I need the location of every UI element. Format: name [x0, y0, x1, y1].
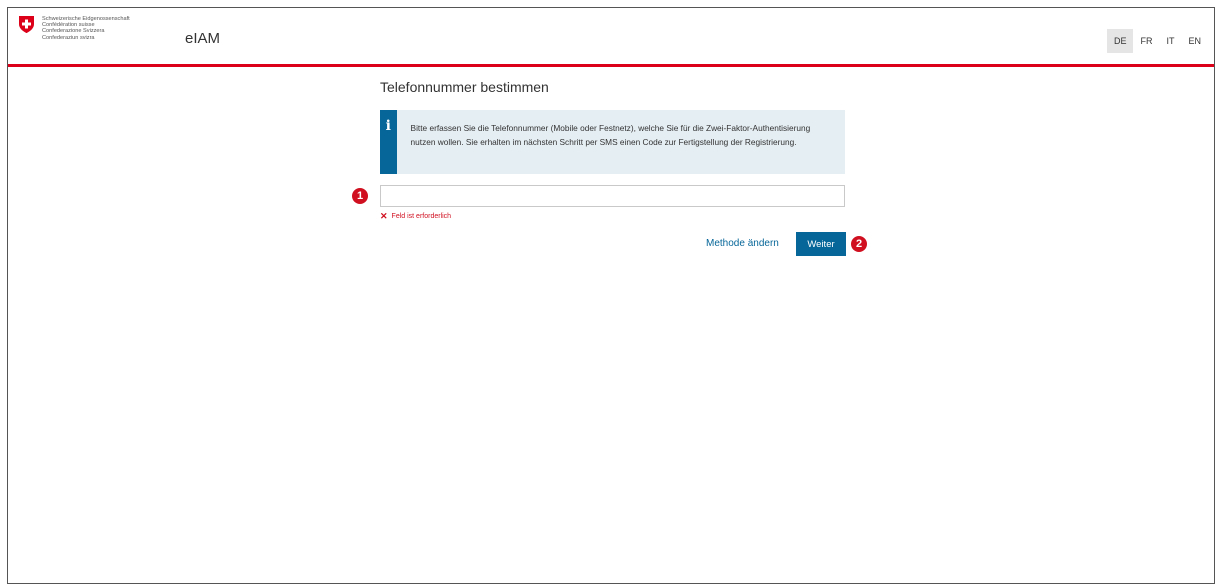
lang-it[interactable]: IT — [1159, 29, 1181, 53]
header-accent-line — [8, 64, 1214, 67]
header: Schweizerische Eidgenossenschaft Confédé… — [8, 8, 1214, 64]
error-text: Feld ist erforderlich — [391, 213, 452, 220]
annotation-marker-1: 1 — [352, 188, 368, 204]
info-icon-bar: i — [380, 110, 397, 174]
confederation-logo: Schweizerische Eidgenossenschaft Confédé… — [19, 16, 130, 41]
info-box: i Bitte erfassen Sie die Telefonnummer (… — [380, 110, 845, 174]
info-text: Bitte erfassen Sie die Telefonnummer (Mo… — [410, 123, 811, 147]
app-name: eIAM — [185, 30, 221, 47]
info-icon: i — [385, 118, 391, 134]
lang-de[interactable]: DE — [1106, 29, 1134, 53]
phone-number-input[interactable] — [380, 185, 845, 207]
lang-fr[interactable]: FR — [1133, 29, 1159, 53]
lang-en[interactable]: EN — [1181, 29, 1208, 53]
language-switcher: DE FR IT EN — [1106, 29, 1208, 53]
swiss-shield-icon — [19, 16, 34, 33]
annotation-marker-2: 2 — [851, 236, 867, 252]
next-button[interactable]: Weiter — [796, 232, 846, 256]
confed-line: Confederaziun svizra — [42, 34, 95, 41]
validation-error: ✕ Feld ist erforderlich — [380, 211, 451, 222]
browser-frame: Schweizerische Eidgenossenschaft Confédé… — [7, 7, 1215, 584]
change-method-link[interactable]: Methode ändern — [706, 238, 779, 249]
page-title: Telefonnummer bestimmen — [380, 79, 549, 95]
confederation-text: Schweizerische Eidgenossenschaft Confédé… — [42, 16, 130, 41]
error-x-icon: ✕ — [380, 211, 388, 221]
